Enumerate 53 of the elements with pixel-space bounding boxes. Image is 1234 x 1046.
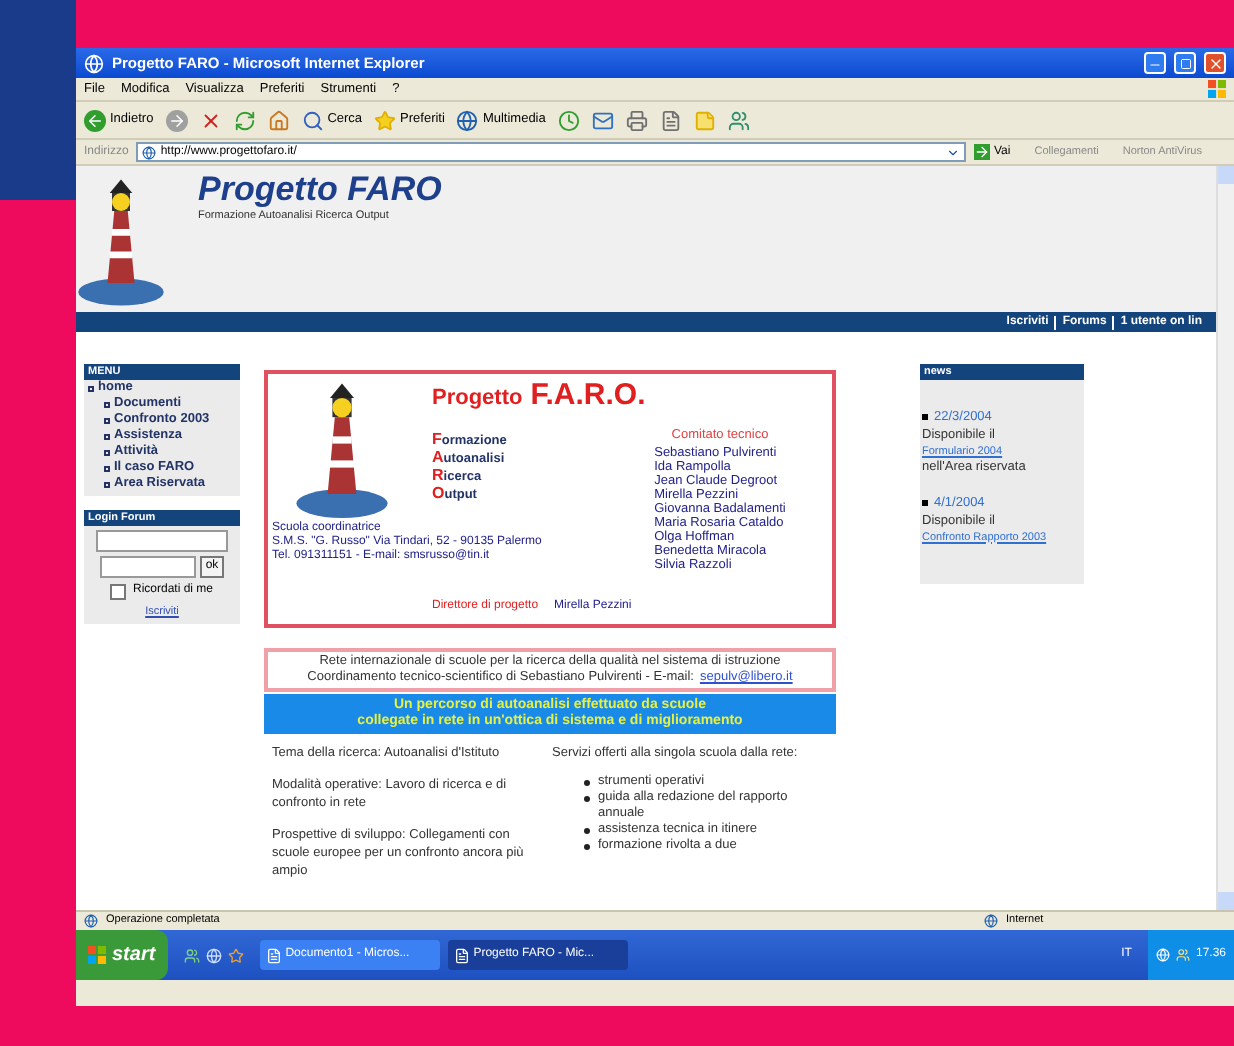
document-icon[interactable] xyxy=(659,109,682,131)
bullet-icon xyxy=(584,796,590,802)
browser-icon xyxy=(84,53,104,73)
start-button[interactable]: start xyxy=(76,930,168,980)
tray-icon[interactable] xyxy=(1155,948,1170,962)
back-icon xyxy=(84,109,106,131)
bullet-icon xyxy=(104,417,110,423)
maximize-icon xyxy=(1179,57,1191,69)
home-icon[interactable] xyxy=(267,109,290,131)
bullet-icon xyxy=(104,433,110,439)
minimize-button[interactable] xyxy=(1144,52,1166,74)
bullet-icon xyxy=(922,500,928,507)
tray-icon[interactable] xyxy=(1175,948,1190,962)
print-icon[interactable] xyxy=(625,109,648,131)
stop-icon[interactable] xyxy=(199,109,222,131)
windows-logo-icon xyxy=(1208,80,1226,98)
close-button[interactable] xyxy=(1204,52,1226,74)
bullet-icon xyxy=(584,844,590,850)
refresh-icon[interactable] xyxy=(233,109,256,131)
password-field[interactable] xyxy=(99,556,196,578)
globe-icon xyxy=(984,914,998,928)
bullet-icon xyxy=(584,780,590,786)
windows-logo-icon xyxy=(88,946,106,964)
site-title: Progetto FARO xyxy=(198,172,442,208)
bullet-icon xyxy=(922,414,928,421)
close-icon xyxy=(1207,55,1223,71)
bullet-icon xyxy=(104,401,110,407)
document-icon xyxy=(453,947,470,963)
bullet-icon xyxy=(584,828,590,834)
scrollbar[interactable] xyxy=(1216,166,1234,910)
minimize-icon xyxy=(1148,58,1162,72)
username-field[interactable] xyxy=(96,530,228,552)
dropdown-icon[interactable] xyxy=(946,145,960,159)
globe-icon xyxy=(456,109,479,131)
search-icon xyxy=(301,109,324,131)
forward-icon[interactable] xyxy=(165,109,188,131)
card-title: Progetto F.A.R.O. xyxy=(432,376,646,416)
bullet-icon xyxy=(104,449,110,455)
people-icon[interactable] xyxy=(727,109,750,131)
maximize-button[interactable] xyxy=(1174,52,1196,74)
bullet-icon xyxy=(104,465,110,471)
star-icon xyxy=(374,109,397,131)
quick-launch-icon[interactable] xyxy=(205,947,222,963)
quick-launch-icon[interactable] xyxy=(183,947,200,963)
bullet-icon xyxy=(104,481,110,487)
page-icon xyxy=(84,914,98,928)
document-icon xyxy=(265,947,282,963)
quick-launch-icon[interactable] xyxy=(227,947,244,963)
remember-checkbox[interactable] xyxy=(110,583,127,599)
mail-icon[interactable] xyxy=(591,109,614,131)
clock-icon[interactable] xyxy=(557,109,580,131)
page-icon xyxy=(142,145,157,159)
bullet-icon xyxy=(88,385,94,391)
